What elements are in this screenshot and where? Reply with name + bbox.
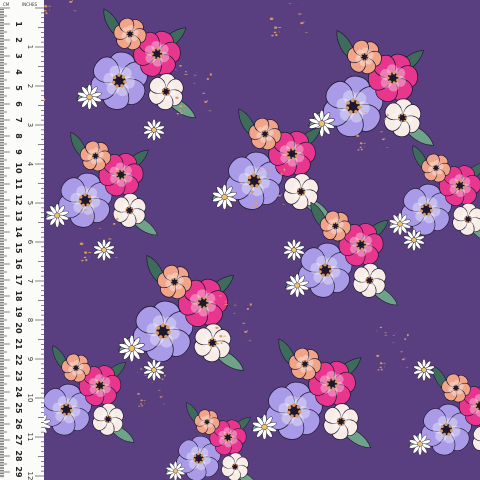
- cm-tick-label: 8: [14, 133, 23, 139]
- cm-tick-label: 17: [14, 274, 23, 285]
- cm-tick-label: 21: [14, 338, 23, 350]
- inch-tick-label: 7: [26, 279, 34, 283]
- cm-tick-label: 1: [14, 21, 23, 27]
- cm-tick-label: 2: [14, 37, 23, 43]
- cm-tick-label: 19: [14, 306, 23, 318]
- cm-tick-label: 7: [14, 117, 23, 123]
- inch-tick-label: 11: [26, 433, 34, 442]
- cm-unit-label: CM: [3, 2, 10, 7]
- inch-tick-label: 3: [26, 123, 34, 127]
- cm-tick-label: 28: [14, 450, 23, 462]
- cm-tick-label: 12: [14, 194, 23, 205]
- inch-tick-label: 8: [26, 318, 34, 322]
- fabric-swatch: CM INCHES 1 2 3 4 5 6 7 8 9 10 11 12 13 14 15 16 17 18 19 2…: [0, 0, 480, 480]
- ruler-scale: CM INCHES 123456789101112131415161718192…: [0, 2, 44, 480]
- cm-tick-label: 23: [14, 370, 23, 381]
- cm-tick-label: 5: [14, 85, 23, 91]
- inch-tick-label: 9: [26, 357, 34, 361]
- cm-tick-label: 6: [14, 101, 23, 107]
- floral-print: [44, 0, 480, 480]
- cm-tick-label: 15: [14, 242, 23, 254]
- measuring-ruler: CM INCHES 1 2 3 4 5 6 7 8 9 10 11 12 13 14 15 16 17 18 19 2…: [0, 0, 45, 480]
- cm-tick-label: 3: [14, 53, 23, 59]
- cm-tick-label: 11: [14, 178, 23, 190]
- cm-tick-label: 13: [14, 210, 23, 221]
- cm-tick-label: 10: [14, 162, 23, 174]
- cm-tick-label: 16: [14, 258, 23, 270]
- inch-tick-label: 4: [26, 162, 34, 167]
- cm-tick-label: 29: [14, 466, 23, 478]
- inch-tick-label: 12: [26, 472, 34, 480]
- cm-tick-label: 24: [14, 386, 23, 398]
- inch-tick-label: 5: [26, 201, 34, 205]
- cm-tick-label: 4: [14, 69, 23, 75]
- cm-tick-label: 18: [14, 290, 23, 302]
- cm-tick-label: 26: [14, 418, 23, 430]
- cm-tick-label: 22: [14, 354, 23, 365]
- cm-tick-label: 9: [14, 149, 23, 155]
- cm-tick-label: 14: [14, 226, 23, 238]
- cm-tick-label: 25: [14, 402, 23, 414]
- inch-tick-label: 1: [26, 45, 34, 49]
- cm-tick-label: 27: [14, 434, 23, 445]
- inch-tick-label: 2: [26, 84, 34, 88]
- cm-tick-label: 20: [14, 322, 23, 334]
- inch-tick-label: 6: [26, 240, 34, 245]
- inch-unit-label: INCHES: [22, 2, 38, 7]
- inch-tick-label: 10: [26, 394, 34, 403]
